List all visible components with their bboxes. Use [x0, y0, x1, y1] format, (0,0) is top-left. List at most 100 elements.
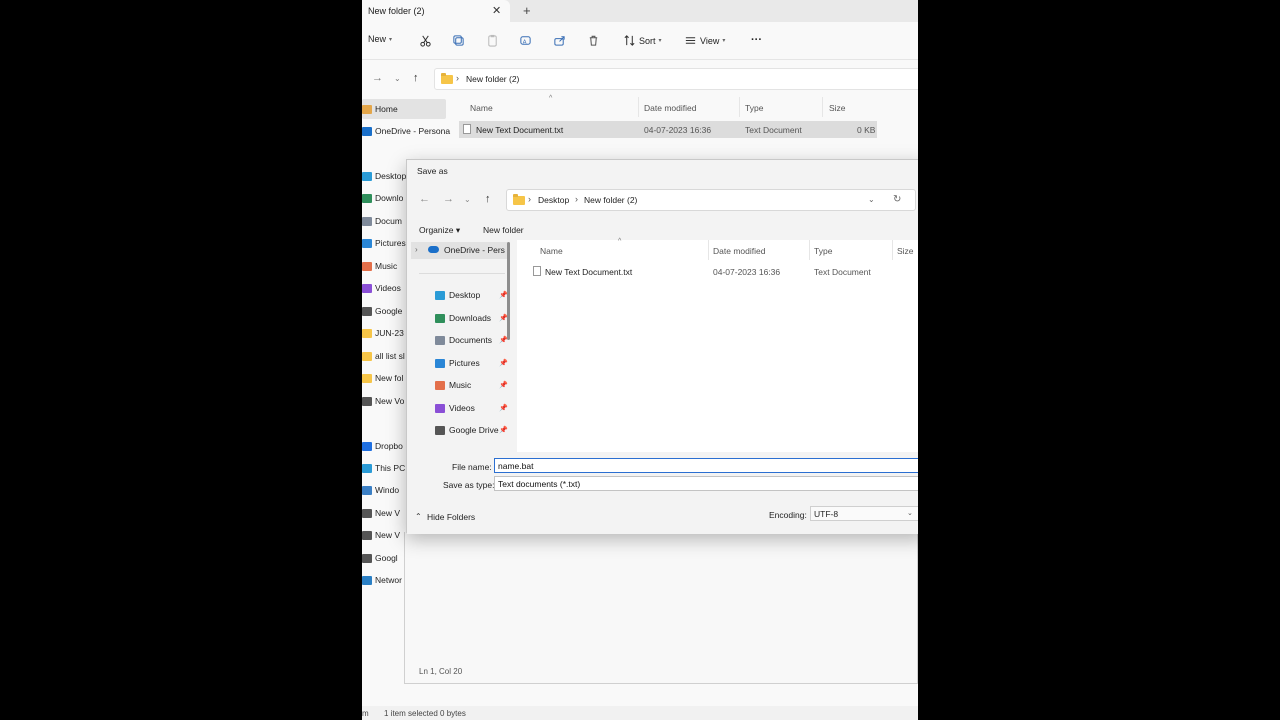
breadcrumb-item[interactable]: New folder (2)	[466, 74, 519, 84]
nav-item[interactable]: Docum	[362, 216, 402, 226]
pin-icon[interactable]: 📌	[499, 404, 508, 412]
recent-chevron-icon[interactable]: ⌄	[394, 74, 401, 83]
new-button-label: New	[368, 34, 387, 44]
encoding-label: Encoding:	[769, 510, 807, 520]
pin-icon[interactable]: 📌	[499, 359, 508, 367]
nav-item-label: Music	[375, 261, 398, 271]
up-arrow-icon[interactable]: ↑	[485, 193, 491, 205]
nav-item[interactable]: Windo	[362, 485, 399, 495]
column-header-type[interactable]: Type	[814, 246, 832, 256]
column-header-size[interactable]: Size	[829, 103, 846, 113]
delete-icon[interactable]	[587, 34, 600, 47]
column-header-size[interactable]: Size	[897, 246, 914, 256]
sort-button[interactable]: Sort ▾	[623, 34, 662, 47]
nav-item[interactable]: Videos	[435, 403, 475, 413]
column-header-type[interactable]: Type	[745, 103, 763, 113]
nav-item[interactable]: Videos	[362, 283, 401, 293]
nav-item[interactable]: New fol	[362, 373, 403, 383]
nav-item-label: Downlo	[375, 193, 404, 203]
column-header-name[interactable]: Name	[540, 246, 563, 256]
nav-item[interactable]: Home	[362, 104, 398, 114]
forward-arrow-icon[interactable]: →	[443, 193, 454, 205]
share-icon[interactable]	[553, 34, 566, 47]
encoding-select[interactable]: UTF-8 ⌄	[810, 506, 918, 521]
nav-item[interactable]: Desktop	[362, 171, 406, 181]
forward-arrow-icon[interactable]: →	[372, 72, 383, 84]
notepad-window: Ln 1, Col 20	[404, 532, 918, 684]
cursor-position: Ln 1, Col 20	[419, 667, 463, 676]
nav-item[interactable]: New V	[362, 530, 400, 540]
hide-folders-button[interactable]: Hide Folders	[427, 512, 475, 522]
cut-icon[interactable]	[419, 34, 432, 47]
tab-title: New folder (2)	[368, 6, 425, 16]
table-row[interactable]: New Text Document.txt 04-07-2023 16:36 T…	[459, 121, 877, 138]
paste-icon[interactable]	[486, 34, 499, 47]
pin-icon[interactable]: 📌	[499, 381, 508, 389]
breadcrumb-desktop[interactable]: Desktop	[538, 195, 569, 205]
nav-item[interactable]: Google	[362, 306, 402, 316]
nav-item[interactable]: Google Drive	[435, 425, 499, 435]
new-folder-button[interactable]: New folder	[483, 225, 524, 235]
explorer-window: New folder (2) ✕ + New ▾ A Sort ▾ View ▾…	[362, 0, 918, 720]
drive-icon	[362, 306, 372, 316]
breadcrumb-separator-icon: ›	[456, 73, 459, 83]
sort-caret-icon: ^	[618, 238, 622, 245]
file-date: 04-07-2023 16:36	[713, 267, 781, 277]
back-arrow-icon[interactable]: ←	[419, 193, 430, 205]
breadcrumb-new-folder[interactable]: New folder (2)	[584, 195, 637, 205]
nav-scrollbar[interactable]	[507, 242, 510, 340]
nav-item[interactable]: Googl	[362, 553, 398, 563]
nav-item[interactable]: all list sl	[362, 351, 405, 361]
nav-item[interactable]: Pictures	[362, 238, 406, 248]
drive-icon	[362, 530, 372, 540]
new-button[interactable]: New ▾	[368, 34, 392, 44]
dialog-address-bar[interactable]: › Desktop › New folder (2) ⌄ ↻	[506, 189, 916, 211]
new-tab-icon[interactable]: +	[523, 3, 531, 18]
address-dropdown-icon[interactable]: ⌄	[868, 195, 875, 204]
nav-item[interactable]: Downlo	[362, 193, 403, 203]
nav-item[interactable]: New V	[362, 508, 400, 518]
file-name-input[interactable]: name.bat	[494, 458, 918, 473]
file-name: New Text Document.txt	[545, 267, 633, 277]
nav-item[interactable]: Music	[435, 380, 471, 390]
chevron-up-icon[interactable]: ⌃	[415, 512, 422, 521]
column-header-name[interactable]: Name	[470, 103, 493, 113]
view-button[interactable]: View ▾	[684, 34, 725, 47]
rename-icon[interactable]: A	[519, 34, 532, 47]
address-row: → ⌄ ↑ › New folder (2)	[362, 64, 918, 92]
column-header-date[interactable]: Date modified	[713, 246, 765, 256]
nav-item[interactable]: New Vo	[362, 396, 404, 406]
save-as-type-select[interactable]: Text documents (*.txt)	[494, 476, 918, 491]
recent-chevron-icon[interactable]: ⌄	[464, 195, 471, 204]
tab-close-icon[interactable]: ✕	[492, 4, 501, 17]
chevron-down-icon: ▾	[389, 36, 393, 43]
nav-item[interactable]: JUN-23	[362, 328, 404, 338]
copy-icon[interactable]	[452, 34, 465, 47]
organize-button[interactable]: Organize ▾	[419, 225, 460, 236]
nav-item[interactable]: Networ	[362, 575, 402, 585]
nav-item[interactable]: Downloads	[435, 313, 491, 323]
nav-item[interactable]: Dropbo	[362, 441, 403, 451]
file-type: Text Document	[814, 267, 871, 277]
nav-item[interactable]: This PC	[362, 463, 405, 473]
refresh-icon[interactable]: ↻	[893, 194, 901, 205]
pin-icon[interactable]: 📌	[499, 426, 508, 434]
address-bar[interactable]: › New folder (2)	[434, 68, 918, 90]
nav-item-label: Networ	[375, 575, 402, 585]
nav-item-onedrive[interactable]: OneDrive - Pers	[444, 245, 505, 255]
table-row[interactable]: New Text Document.txt 04-07-2023 16:36 T…	[531, 263, 918, 279]
nav-item[interactable]: Music	[362, 261, 397, 271]
nav-item-label: Desktop	[375, 171, 407, 181]
up-arrow-icon[interactable]: ↑	[413, 72, 419, 84]
column-divider	[892, 240, 893, 260]
column-header-date[interactable]: Date modified	[644, 103, 696, 113]
more-options-icon[interactable]: ···	[751, 34, 762, 46]
nav-item[interactable]: Desktop	[435, 290, 480, 300]
nav-item[interactable]: Documents	[435, 335, 492, 345]
tab-new-folder[interactable]: New folder (2) ✕	[362, 0, 510, 22]
nav-item[interactable]: OneDrive - Persona	[362, 126, 450, 136]
nav-divider	[419, 273, 505, 274]
nav-item-label: OneDrive - Persona	[375, 126, 451, 136]
expand-chevron-icon[interactable]: ›	[415, 245, 418, 254]
nav-item[interactable]: Pictures	[435, 358, 480, 368]
